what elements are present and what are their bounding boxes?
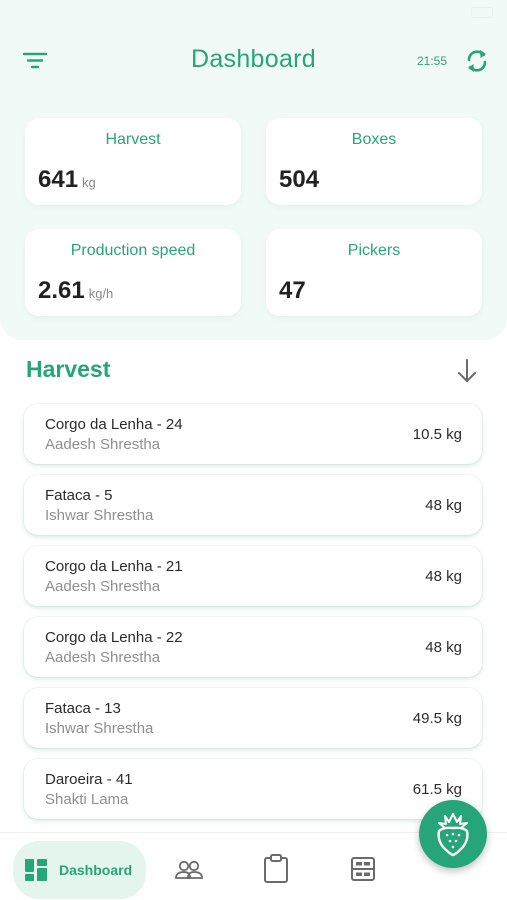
stat-number: 2.61	[38, 277, 85, 304]
stat-label: Boxes	[351, 131, 397, 148]
item-picker: Aadesh Shrestha	[45, 578, 161, 595]
item-weight: 48 kg	[425, 639, 462, 656]
battery-icon	[471, 7, 493, 18]
item-title: Corgo da Lenha - 21	[45, 558, 183, 575]
sort-button[interactable]	[455, 357, 479, 385]
harvest-list-item[interactable]: Fataca - 13 Ishwar Shrestha 49.5 kg	[24, 688, 482, 748]
stat-label: Production speed	[70, 242, 196, 259]
nav-tasks[interactable]	[263, 841, 289, 899]
strawberry-icon	[437, 813, 469, 857]
arrow-down-icon	[458, 359, 476, 382]
item-picker: Aadesh Shrestha	[45, 436, 161, 453]
stat-label: Pickers	[347, 242, 401, 259]
layout-icon	[351, 857, 375, 881]
nav-dashboard[interactable]: Dashboard	[13, 841, 146, 899]
stat-value: 641 kg	[38, 166, 96, 194]
harvest-list-item[interactable]: Corgo da Lenha - 24 Aadesh Shrestha 10.5…	[24, 404, 482, 464]
stat-unit: kg/h	[88, 286, 114, 301]
stat-value: 2.61 kg/h	[38, 277, 113, 305]
section-title-harvest: Harvest	[26, 356, 111, 382]
stat-value: 504	[279, 166, 319, 194]
clipboard-icon	[264, 854, 288, 883]
sync-icon	[467, 50, 487, 72]
nav-pickers[interactable]	[174, 841, 206, 899]
item-title: Corgo da Lenha - 24	[45, 416, 183, 433]
harvest-list-item[interactable]: Corgo da Lenha - 21 Aadesh Shrestha 48 k…	[24, 546, 482, 606]
stat-value: 47	[279, 277, 306, 305]
last-sync-time: 21:55	[416, 54, 447, 68]
dashboard-icon	[24, 858, 48, 887]
nav-dashboard-label: Dashboard	[59, 862, 133, 878]
stat-card-harvest: Harvest 641 kg	[25, 118, 241, 205]
stat-label: Harvest	[105, 131, 161, 148]
harvest-list-item[interactable]: Fataca - 5 Ishwar Shrestha 48 kg	[24, 475, 482, 535]
stat-number: 47	[279, 277, 306, 304]
header: Dashboard 21:55	[0, 36, 507, 86]
item-weight: 61.5 kg	[412, 781, 462, 798]
stat-unit: kg	[82, 175, 96, 190]
item-title: Fataca - 5	[45, 487, 113, 504]
sync-button[interactable]	[463, 47, 491, 75]
status-bar	[0, 0, 507, 26]
people-icon	[175, 860, 203, 879]
harvest-list-item[interactable]: Daroeira - 41 Shakti Lama 61.5 kg	[24, 759, 482, 819]
stat-card-pickers: Pickers 47	[266, 229, 482, 316]
item-weight: 48 kg	[425, 568, 462, 585]
item-picker: Ishwar Shrestha	[45, 720, 154, 737]
item-picker: Ishwar Shrestha	[45, 507, 154, 524]
harvest-list-item[interactable]: Corgo da Lenha - 22 Aadesh Shrestha 48 k…	[24, 617, 482, 677]
stat-card-boxes: Boxes 504	[266, 118, 482, 205]
stat-number: 504	[279, 166, 320, 193]
item-weight: 10.5 kg	[412, 426, 462, 443]
stat-number: 641	[38, 166, 79, 193]
item-weight: 48 kg	[425, 497, 462, 514]
item-title: Daroeira - 41	[45, 771, 133, 788]
item-title: Corgo da Lenha - 22	[45, 629, 183, 646]
nav-fields[interactable]	[350, 841, 376, 899]
item-title: Fataca - 13	[45, 700, 121, 717]
item-weight: 49.5 kg	[412, 710, 462, 727]
item-picker: Aadesh Shrestha	[45, 649, 161, 666]
harvest-list: Corgo da Lenha - 24 Aadesh Shrestha 10.5…	[24, 404, 482, 830]
item-picker: Shakti Lama	[45, 791, 129, 808]
stat-card-production-speed: Production speed 2.61 kg/h	[25, 229, 241, 316]
add-harvest-button[interactable]	[419, 800, 487, 868]
